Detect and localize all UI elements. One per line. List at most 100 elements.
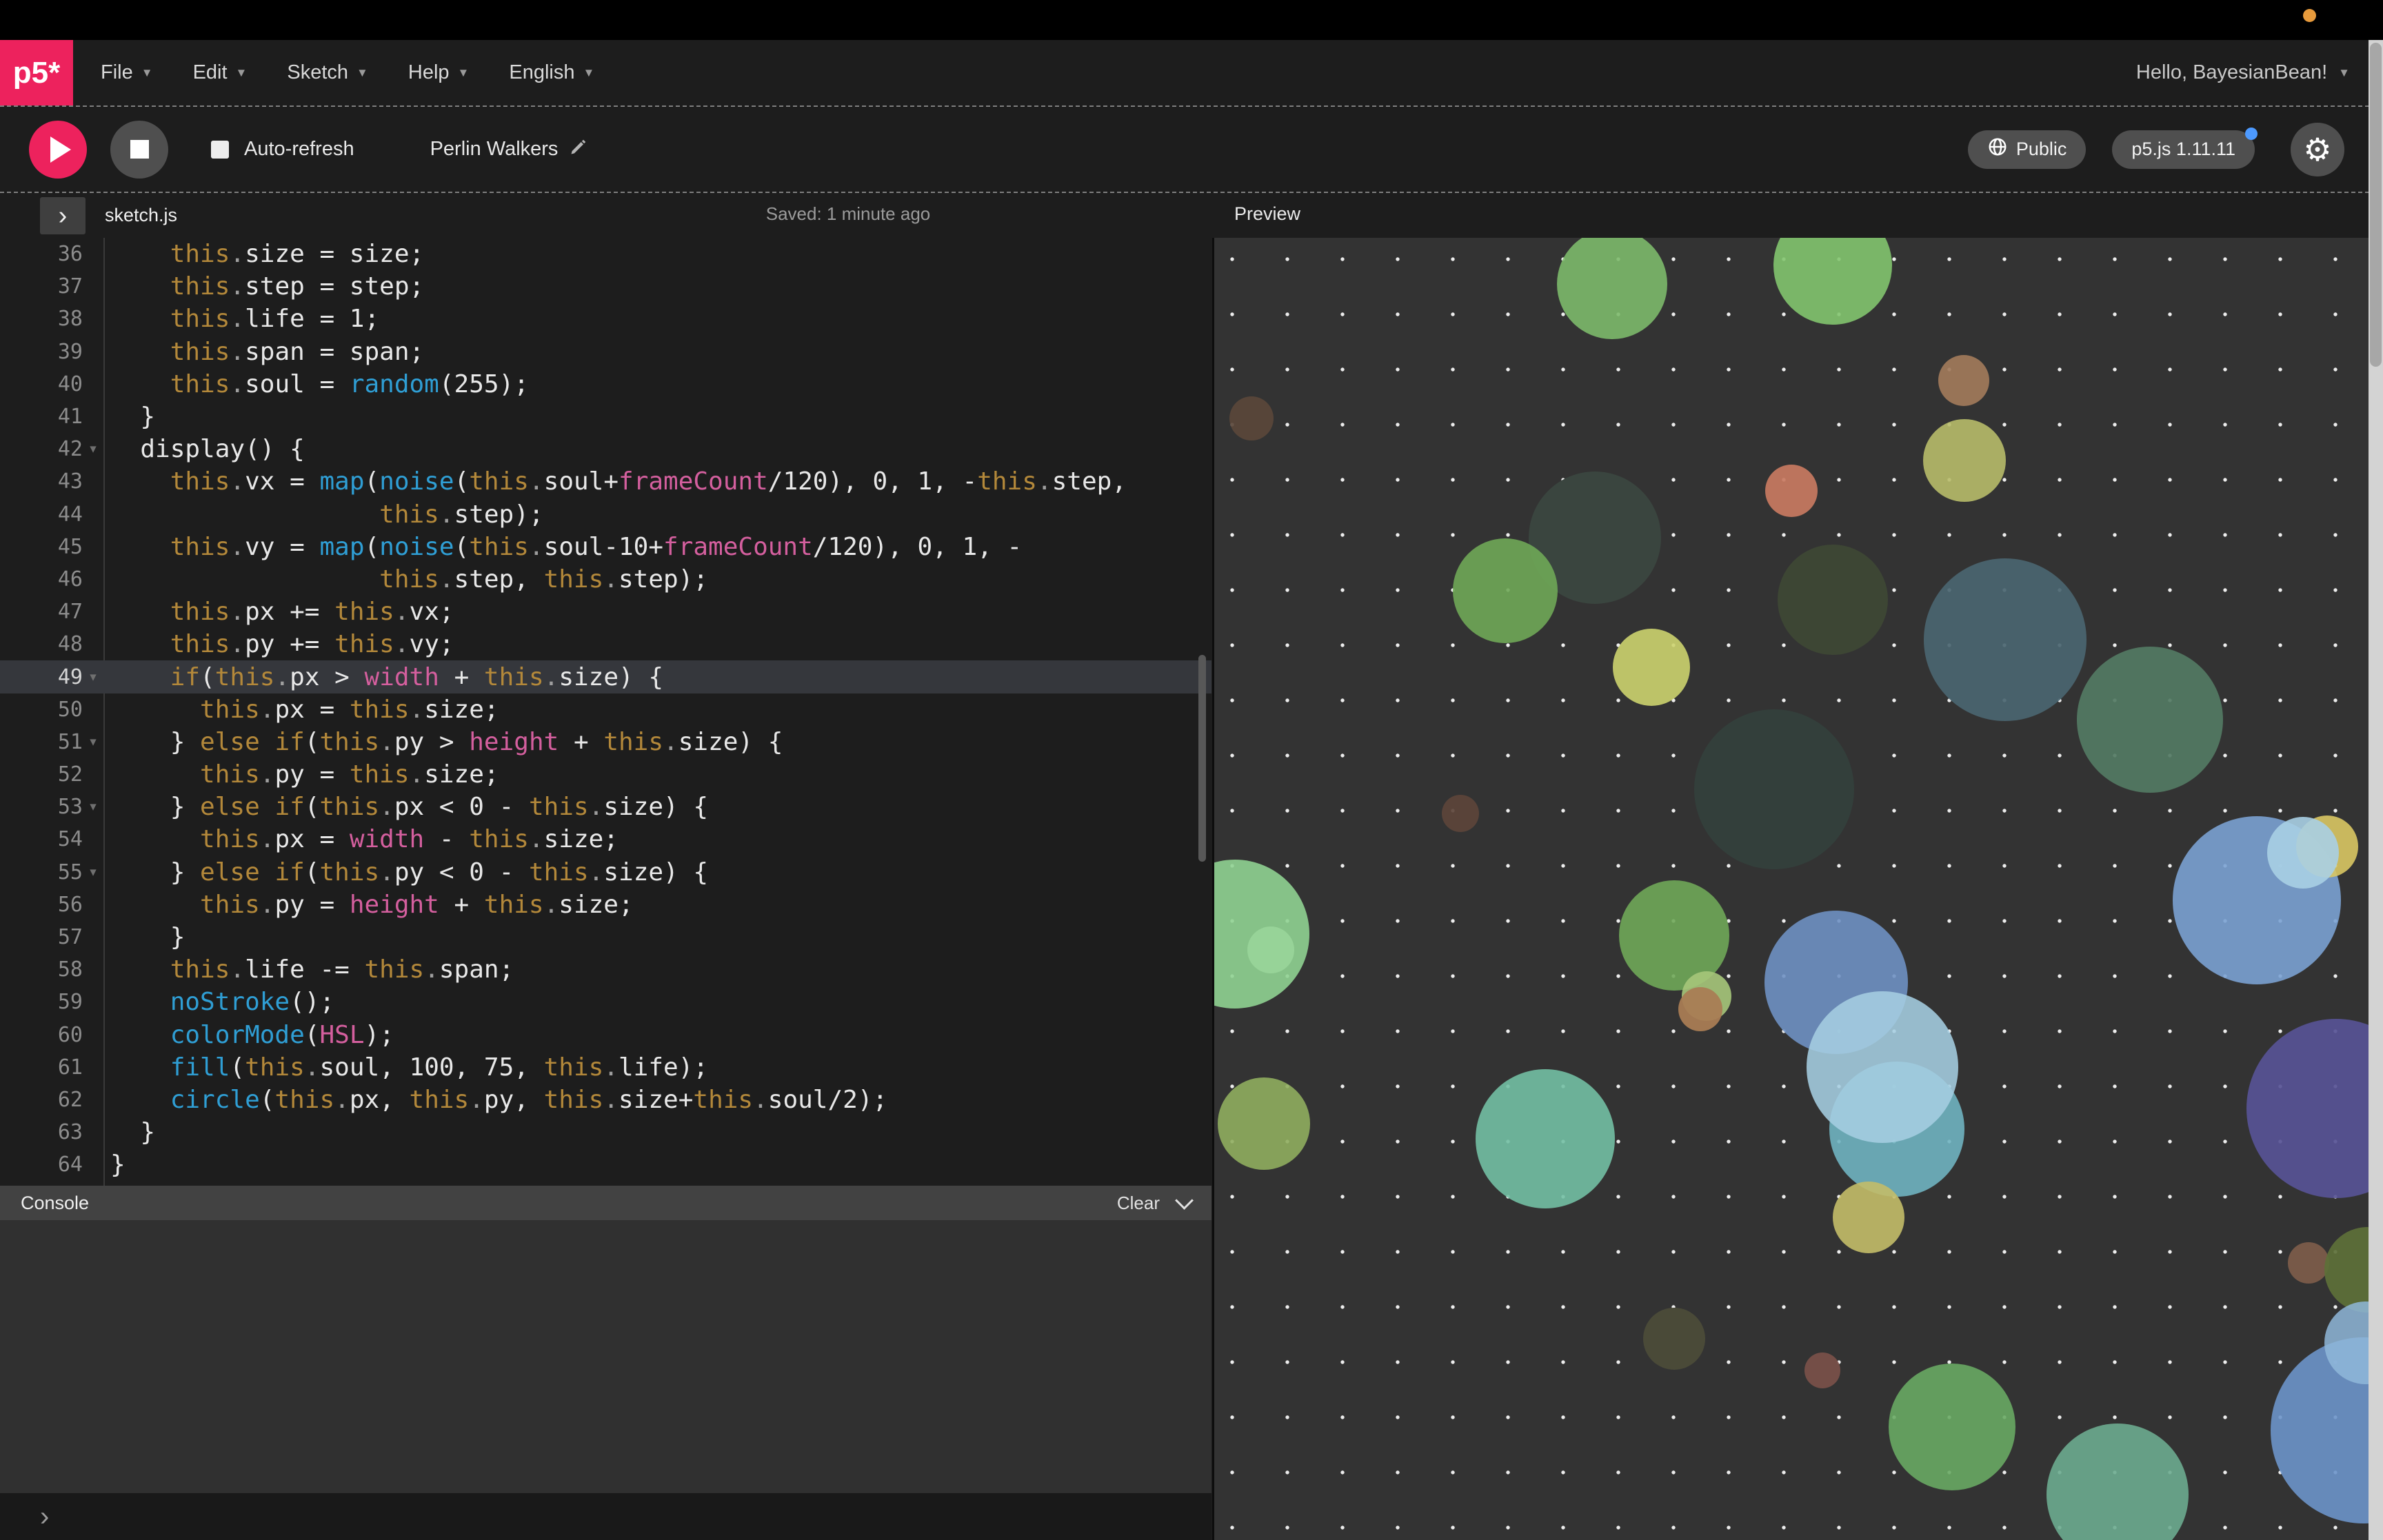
p5-logo[interactable]: p5* [0,40,73,105]
toolbar-right: Public p5.js 1.11.11 ⚙ [1968,123,2383,176]
walker-circle [1247,926,1294,973]
browser-scrollbar[interactable] [2369,40,2383,1540]
code-text: this.step = step; [103,272,424,301]
code-text: this.px = width - this.size; [103,825,619,853]
sidebar-expand-button[interactable]: › [40,197,86,234]
menu-edit[interactable]: Edit▼ [193,61,248,84]
code-text: circle(this.px, this.py, this.size+this.… [103,1086,887,1114]
menu-help[interactable]: Help▼ [408,61,469,84]
editor-pane: 36 this.size = size;37 this.step = step;… [0,238,1211,1540]
stop-button[interactable] [110,121,168,179]
code-text: this.life -= this.span; [103,955,514,984]
line-number: 56 [0,893,103,917]
line-number: 42▾ [0,437,103,461]
line-number: 57 [0,925,103,949]
console-collapse-icon[interactable] [1175,1191,1194,1210]
code-text: colorMode(HSL); [103,1021,394,1049]
console-output [0,1220,1211,1493]
menu-file[interactable]: File▼ [101,61,153,84]
menu-english[interactable]: English▼ [509,61,594,84]
code-line-39[interactable]: 39 this.span = span; [0,336,1211,368]
browser-scrollbar-thumb[interactable] [2370,43,2382,367]
line-number: 51▾ [0,730,103,754]
code-line-43[interactable]: 43 this.vx = map(noise(this.soul+frameCo… [0,465,1211,498]
code-line-64[interactable]: 64} [0,1148,1211,1181]
code-text: noStroke(); [103,988,334,1016]
walker-circle [2246,1019,2371,1198]
fold-arrow-icon[interactable]: ▾ [83,864,103,880]
line-number: 41 [0,405,103,429]
code-line-55[interactable]: 55▾ } else if(this.py < 0 - this.size) { [0,856,1211,889]
walker-circle [2047,1424,2189,1540]
code-line-58[interactable]: 58 this.life -= this.span; [0,953,1211,986]
code-line-45[interactable]: 45 this.vy = map(noise(this.soul-10+fram… [0,531,1211,563]
visibility-button[interactable]: Public [1968,130,2087,169]
code-line-40[interactable]: 40 this.soul = random(255); [0,368,1211,401]
fold-arrow-icon[interactable]: ▾ [83,734,103,750]
code-line-52[interactable]: 52 this.py = this.size; [0,758,1211,791]
code-text: } else if(this.px < 0 - this.size) { [103,793,708,821]
menu-sketch[interactable]: Sketch▼ [287,61,368,84]
line-number: 38 [0,307,103,331]
code-line-46[interactable]: 46 this.step, this.step); [0,563,1211,596]
code-line-62[interactable]: 62 circle(this.px, this.py, this.size+th… [0,1084,1211,1116]
code-line-53[interactable]: 53▾ } else if(this.px < 0 - this.size) { [0,791,1211,823]
code-line-56[interactable]: 56 this.py = height + this.size; [0,889,1211,921]
code-line-37[interactable]: 37 this.step = step; [0,270,1211,303]
code-text: this.py = this.size; [103,760,499,789]
main-navbar: p5* File▼ Edit▼ Sketch▼ Help▼ English▼ Hello… [0,40,2383,107]
walker-circle [1218,1077,1310,1170]
code-text: this.px += this.vx; [103,598,454,626]
walker-circle [1778,545,1888,655]
editor-scrollbar-thumb[interactable] [1198,655,1206,862]
settings-button[interactable]: ⚙ [2291,123,2344,176]
line-number: 45 [0,535,103,559]
code-text: } else if(this.py < 0 - this.size) { [103,858,708,886]
code-line-54[interactable]: 54 this.px = width - this.size; [0,823,1211,855]
walker-circle [1924,558,2087,721]
edit-pencil-icon[interactable] [569,137,588,162]
footer-expand-icon[interactable]: › [40,1501,49,1532]
line-number: 36 [0,242,103,266]
menu-label: Help [408,61,450,84]
code-editor[interactable]: 36 this.size = size;37 this.step = step;… [0,238,1211,1186]
line-number: 46 [0,567,103,591]
version-button[interactable]: p5.js 1.11.11 [2112,130,2255,169]
code-line-36[interactable]: 36 this.size = size; [0,238,1211,270]
code-line-48[interactable]: 48 this.py += this.vy; [0,628,1211,660]
account-menu[interactable]: Hello, BayesianBean! ▼ [2136,40,2383,105]
code-text: fill(this.soul, 100, 75, this.life); [103,1053,708,1082]
tab-sketch-js[interactable]: sketch.js [105,193,177,238]
walker-circle [1476,1069,1615,1208]
code-text: } [103,1151,125,1179]
code-text: } [103,1118,155,1146]
code-line-38[interactable]: 38 this.life = 1; [0,303,1211,335]
code-line-60[interactable]: 60 colorMode(HSL); [0,1019,1211,1051]
code-line-63[interactable]: 63 } [0,1116,1211,1148]
auto-refresh-checkbox[interactable] [211,141,229,159]
gear-icon: ⚙ [2303,131,2331,168]
fold-arrow-icon[interactable]: ▾ [83,799,103,815]
walker-circle [1453,538,1558,643]
walker-circle [1557,238,1667,339]
code-line-41[interactable]: 41 } [0,401,1211,433]
code-text: this.step, this.step); [103,565,708,594]
code-text: } [103,923,185,951]
code-line-59[interactable]: 59 noStroke(); [0,986,1211,1018]
code-line-49[interactable]: 49▾ if(this.px > width + this.size) { [0,660,1211,693]
code-line-57[interactable]: 57 } [0,921,1211,953]
fold-arrow-icon[interactable]: ▾ [83,669,103,685]
code-line-50[interactable]: 50 this.px = this.size; [0,693,1211,726]
line-number: 37 [0,274,103,298]
code-line-44[interactable]: 44 this.step); [0,498,1211,531]
code-line-61[interactable]: 61 fill(this.soul, 100, 75, this.life); [0,1051,1211,1084]
code-text: if(this.px > width + this.size) { [103,663,663,691]
fold-arrow-icon[interactable]: ▾ [83,441,103,457]
code-text: this.size = size; [103,240,424,268]
code-line-42[interactable]: 42▾ display() { [0,433,1211,465]
code-line-51[interactable]: 51▾ } else if(this.py > height + this.si… [0,726,1211,758]
code-line-47[interactable]: 47 this.px += this.vx; [0,596,1211,628]
play-button[interactable] [29,121,87,179]
walker-circle [1442,795,1479,832]
console-clear-button[interactable]: Clear [1117,1193,1160,1214]
